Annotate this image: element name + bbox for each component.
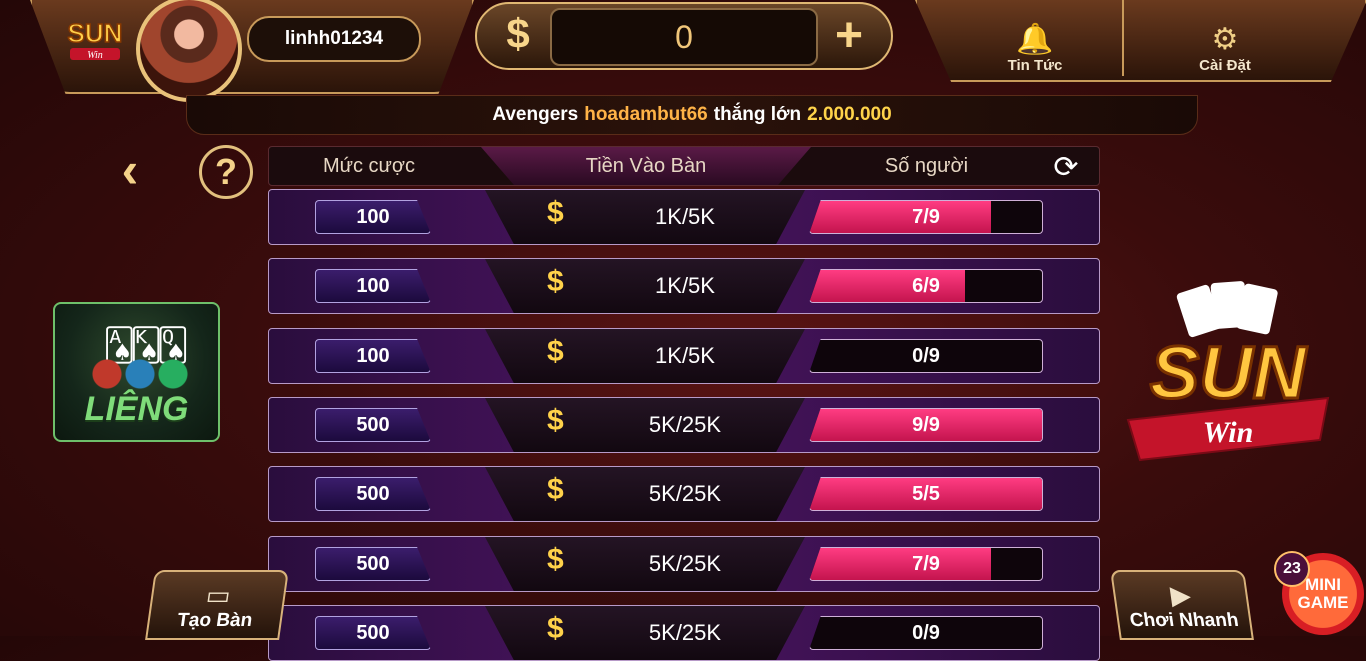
back-button[interactable]: ‹ [108,142,152,198]
mini-game-count-badge: 23 [1274,551,1310,587]
entry-range: 5K/25K [648,551,722,576]
entry-range: 5K/25K [648,620,722,645]
dollar-icon: $ [547,473,564,506]
settings-button[interactable]: ⚙ Cài Đặt [1165,8,1285,74]
entry-range-panel: $5K/25K [485,537,805,591]
entry-range-panel: $1K/5K [485,190,805,244]
table-row[interactable]: 100 $1K/5K 0/9 [268,328,1100,384]
bet-amount: 100 [315,200,431,234]
news-button[interactable]: 🔔 Tin Tức [975,8,1095,74]
bet-amount: 100 [315,269,431,303]
balance-value: 0 [550,8,818,66]
settings-label: Cài Đặt [1199,57,1251,74]
avatar[interactable] [136,0,242,102]
news-label: Tin Tức [1007,57,1063,74]
announce-middle: thắng lớn [713,104,802,125]
player-count: 6/9 [912,274,940,297]
entry-range: 5K/25K [648,481,722,506]
entry-range-panel: $5K/25K [485,467,805,521]
announce-prefix: Avengers [492,104,579,125]
player-count: 7/9 [912,552,940,575]
player-count-bar: 9/9 [809,408,1043,442]
player-count: 0/9 [912,621,940,644]
mini-game-line1: MINI [1305,575,1341,594]
quick-play-button[interactable]: ▶ Chơi Nhanh [1110,570,1254,640]
dollar-icon: $ [547,335,564,368]
svg-text:SUN: SUN [68,18,123,48]
announce-player: hoadambut66 [584,104,708,125]
player-count-bar: 0/9 [809,339,1043,373]
svg-text:SUN: SUN [1150,331,1308,414]
help-button[interactable]: ? [199,145,253,199]
player-count: 9/9 [912,413,940,436]
table-row[interactable]: 500 $5K/25K 5/5 [268,466,1100,522]
dollar-icon: $ [547,265,564,298]
player-count: 5/5 [912,482,940,505]
column-entry: Tiền Vào Bàn [481,147,811,185]
bet-amount: 500 [315,616,431,650]
player-count-bar: 0/9 [809,616,1043,650]
entry-range-panel: $5K/25K [485,398,805,452]
entry-range: 5K/25K [648,412,722,437]
refresh-icon[interactable]: ⟳ [1048,149,1084,185]
nav-divider [1122,0,1124,76]
play-icon: ▶ [1168,580,1193,610]
bet-amount: 500 [315,547,431,581]
game-name: LIÊNG [84,390,189,428]
sunwin-logo-small: SUN Win [67,17,123,61]
game-tile-lieng[interactable]: 🂡🂮🂭 LIÊNG [53,302,220,442]
username-label: linhh01234 [247,16,421,62]
table-row[interactable]: 500 $5K/25K 0/9 [268,605,1100,661]
sunwin-logo-large: SUN Win [1126,281,1330,462]
svg-text:Win: Win [87,50,103,61]
player-count-bar: 7/9 [809,547,1043,581]
bet-amount: 500 [315,408,431,442]
entry-range: 1K/5K [655,273,715,298]
chips-icon [85,359,195,389]
create-table-label: Tạo Bàn [175,610,254,631]
entry-range: 1K/5K [655,204,715,229]
dollar-icon: $ [547,196,564,229]
mini-game-line2: GAME [1297,593,1349,612]
column-bet: Mức cược [322,154,416,177]
dollar-icon: $ [547,543,564,576]
announcement-bar: Avengers hoadambut66 thắng lớn 2.000.000 [186,95,1198,135]
gear-icon: ⚙ [1211,23,1239,56]
quick-play-label: Chơi Nhanh [1128,610,1240,631]
table-row[interactable]: 100 $1K/5K 6/9 [268,258,1100,314]
bet-amount: 100 [315,339,431,373]
player-count-bar: 7/9 [809,200,1043,234]
table-icon: ▭ [204,580,233,610]
create-table-button[interactable]: ▭ Tạo Bàn [145,570,289,640]
entry-range-panel: $1K/5K [485,329,805,383]
player-count-bar: 5/5 [809,477,1043,511]
add-funds-button[interactable]: + [822,8,876,62]
player-count: 7/9 [912,205,940,228]
dollar-icon: $ [506,10,530,57]
column-players: Số người [884,154,969,177]
bet-amount: 500 [315,477,431,511]
table-row[interactable]: 500 $5K/25K 7/9 [268,536,1100,592]
table-header: Mức cược Tiền Vào Bàn Số người [268,146,1100,186]
table-row[interactable]: 100 $1K/5K 7/9 [268,189,1100,245]
svg-text:Win: Win [1203,416,1254,449]
dollar-icon: $ [547,612,564,645]
player-count-bar: 6/9 [809,269,1043,303]
dollar-icon: $ [547,404,564,437]
entry-range-panel: $5K/25K [485,606,805,660]
player-count: 0/9 [912,344,940,367]
entry-range-panel: $1K/5K [485,259,805,313]
entry-range: 1K/5K [655,343,715,368]
bell-icon: 🔔 [1016,23,1054,56]
announce-amount: 2.000.000 [807,104,892,125]
table-row[interactable]: 500 $5K/25K 9/9 [268,397,1100,453]
